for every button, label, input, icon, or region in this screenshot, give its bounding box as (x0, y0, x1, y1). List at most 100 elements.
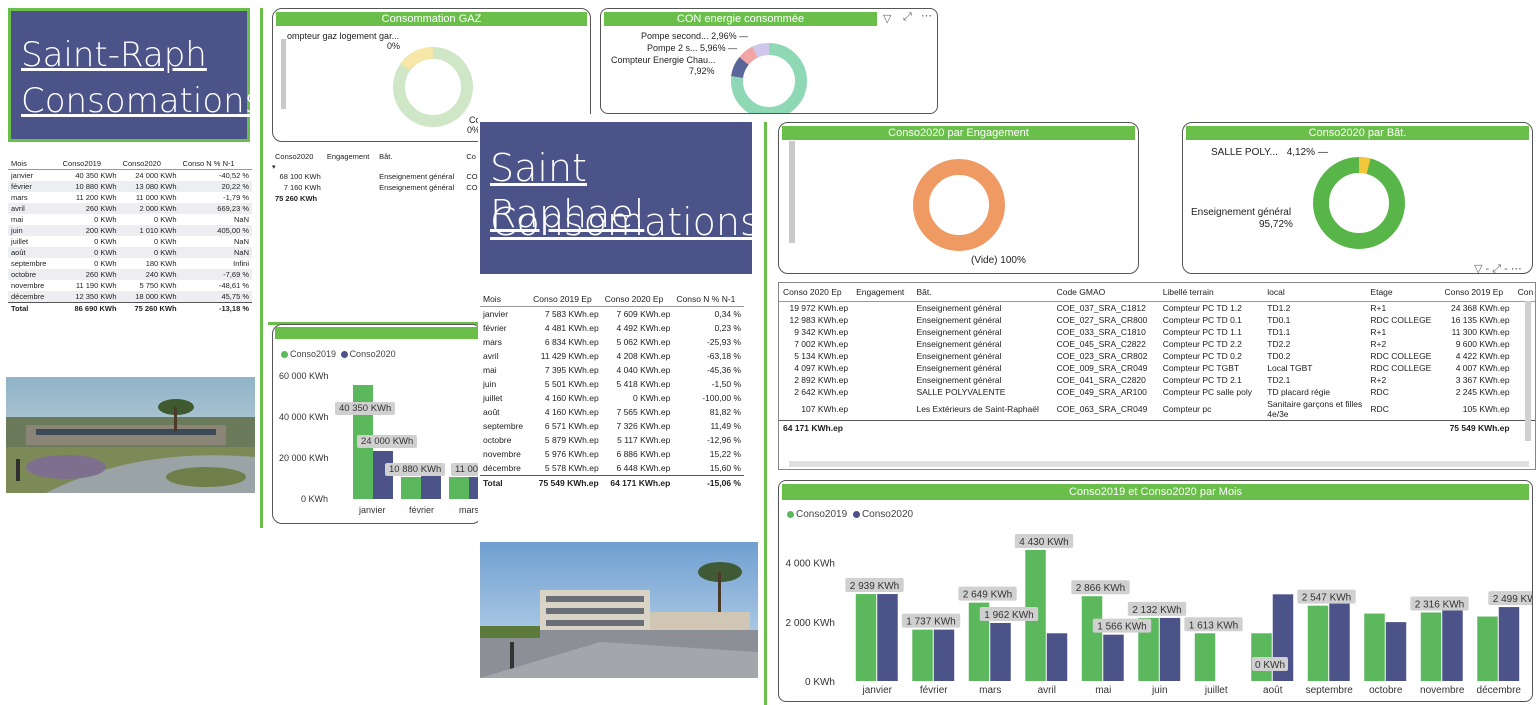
table-row[interactable]: mai 7 395 KWh.ep 4 040 KWh.ep -45,36 % (480, 363, 744, 377)
bar-conso2019-mai[interactable] (1081, 596, 1103, 681)
bat-donut[interactable] (1307, 151, 1411, 255)
table-row[interactable]: avril 260 KWh 2 000 KWh 669,23 % (8, 203, 252, 214)
bar-conso2020-juin[interactable] (1159, 617, 1181, 681)
table-row[interactable]: novembre 11 190 KWh 5 750 KWh -48,61 % (8, 280, 252, 291)
detail-vscrollbar[interactable] (1525, 301, 1531, 441)
column-header[interactable]: Mois (480, 292, 530, 307)
column-header[interactable]: Conso N % N-1 (673, 292, 744, 307)
mini-bar-2019-feb[interactable] (401, 477, 421, 499)
bar-conso2020-avril[interactable] (1046, 633, 1068, 681)
column-header[interactable]: Mois (8, 158, 60, 170)
table-row[interactable]: décembre 5 578 KWh.ep 6 448 KWh.ep 15,60 % (480, 461, 744, 476)
table-row[interactable]: juin 5 501 KWh.ep 5 418 KWh.ep -1,50 % (480, 377, 744, 391)
column-header[interactable]: Con (1514, 283, 1535, 302)
gaz-donut[interactable] (391, 37, 475, 137)
detail-table-icons[interactable]: ▽ - ⤢ - ⋯ (1474, 262, 1522, 276)
table-cell: NaN (233, 215, 249, 224)
table-row[interactable]: novembre 5 976 KWh.ep 6 886 KWh.ep 15,22 % (480, 447, 744, 461)
detail-table[interactable]: Conso 2020 Ep Engagement Bât. Code GMAO Libe… (778, 282, 1536, 470)
bar-conso2020-décembre[interactable] (1498, 607, 1520, 681)
energy-card[interactable]: CON energie consommée ▽ ⤢ ⋯ Pompe second… (600, 8, 938, 114)
column-header[interactable]: Code GMAO (1053, 283, 1159, 302)
table-row[interactable]: juin 200 KWh 1 010 KWh 405,00 % (8, 225, 252, 236)
engagement-donut[interactable] (907, 153, 1011, 257)
bar-conso2019-septembre[interactable] (1307, 605, 1329, 681)
filter-icon[interactable]: ▽ (883, 12, 891, 25)
bar-conso2020-mars[interactable] (990, 622, 1011, 681)
monthly-chart-card[interactable]: Conso2019 et Conso2020 par Mois Conso201… (778, 480, 1533, 702)
table-row[interactable]: janvier 7 583 KWh.ep 7 609 KWh.ep 0,34 % (480, 307, 744, 322)
table-row[interactable]: octobre 260 KWh 240 KWh -7,69 % (8, 269, 252, 280)
column-header[interactable]: Etage (1366, 283, 1440, 302)
engagement-scrollbar[interactable] (789, 141, 795, 243)
column-header[interactable]: Libellé terrain (1159, 283, 1264, 302)
column-header[interactable]: Conso2020 (272, 150, 324, 163)
focus-mode-icon[interactable]: ⤢ (903, 11, 912, 24)
data-label: 2 132 KWh (1132, 605, 1181, 616)
table-cell: 10 880 KWh (59, 181, 120, 192)
table-row[interactable]: mars 11 200 KWh 11 000 KWh -1,79 % (8, 192, 252, 203)
table-row[interactable]: janvier 40 350 KWh 24 000 KWh -40,52 % (8, 170, 252, 182)
sort-icon[interactable]: ▾ (272, 163, 324, 171)
bar-conso2020-février[interactable] (933, 629, 955, 681)
bar-conso2020-novembre[interactable] (1442, 602, 1463, 681)
table-row[interactable]: 7 160 KWh Enseignement général CO (272, 182, 482, 193)
table-row[interactable]: août 4 160 KWh.ep 7 565 KWh.ep 81,82 % (480, 405, 744, 419)
table-row[interactable]: octobre 5 879 KWh.ep 5 117 KWh.ep -12,96 % (480, 433, 744, 447)
column-header[interactable]: Conso2020 (120, 158, 180, 170)
table-row[interactable]: 7 002 KWh.ep Enseignement général COE_045_… (779, 338, 1535, 350)
mini-bar-2020-feb[interactable] (421, 473, 441, 499)
column-header[interactable]: Conso 2019 Ep (530, 292, 602, 307)
bar-conso2019-octobre[interactable] (1364, 613, 1385, 681)
bat-card[interactable]: Conso2020 par Bât. SALLE POLY... 4,12% —… (1182, 122, 1533, 274)
column-header[interactable]: Bât. (912, 283, 1052, 302)
bar-conso2020-octobre[interactable] (1385, 622, 1407, 681)
bar-conso2019-juillet[interactable] (1194, 633, 1216, 681)
bar-conso2019-janvier[interactable] (855, 594, 877, 681)
column-header[interactable]: Engagement (324, 150, 376, 163)
energy-donut[interactable] (727, 37, 811, 114)
mini-bar-2019-mar[interactable] (449, 477, 469, 499)
table-row[interactable]: septembre 6 571 KWh.ep 7 326 KWh.ep 11,49 % (480, 419, 744, 433)
table-row[interactable]: août 0 KWh 0 KWh NaN (8, 247, 252, 258)
bar-conso2020-janvier[interactable] (877, 594, 898, 681)
table-row[interactable]: juillet 4 160 KWh.ep 0 KWh.ep -100,00 % (480, 391, 744, 405)
engagement-card[interactable]: Conso2020 par Engagement (Vide) 100% (778, 122, 1139, 274)
table-row[interactable]: septembre 0 KWh 180 KWh Infini (8, 258, 252, 269)
table-row[interactable]: 9 342 KWh.ep Enseignement général COE_033_… (779, 326, 1535, 338)
table-row[interactable]: avril 11 429 KWh.ep 4 208 KWh.ep -63,18 % (480, 349, 744, 363)
table-row[interactable]: 68 100 KWh Enseignement général CO (272, 171, 482, 182)
table-row[interactable]: 12 983 KWh.ep Enseignement général COE_027… (779, 314, 1535, 326)
column-header[interactable]: Conso2019 (60, 158, 120, 170)
detail-hscrollbar[interactable] (789, 461, 1529, 467)
column-header[interactable]: Conso 2019 Ep (1441, 283, 1514, 302)
table-row[interactable]: 2 642 KWh.ep SALLE POLYVALENTE COE_049_SRA… (779, 386, 1535, 398)
bar-conso2020-mai[interactable] (1103, 634, 1124, 681)
table-row[interactable]: 107 KWh.ep Les Extérieurs de Saint-Raphaë… (779, 398, 1535, 421)
table-row[interactable]: février 10 880 KWh 13 080 KWh 20,22 % (8, 181, 252, 192)
column-header[interactable]: Conso 2020 Ep (602, 292, 674, 307)
bar-conso2019-novembre[interactable] (1420, 612, 1442, 681)
more-options-icon[interactable]: ⋯ (921, 9, 932, 22)
table-cell: 11 300 KWh.ep (1451, 327, 1510, 337)
table-row[interactable]: février 4 481 KWh.ep 4 492 KWh.ep 0,23 % (480, 321, 744, 335)
column-header[interactable]: Engagement (852, 283, 912, 302)
column-header[interactable]: local (1263, 283, 1366, 302)
mini-chart-card[interactable]: Conso2019 Conso2020 60 000 KWh 40 000 KW… (272, 324, 482, 524)
column-header[interactable]: Bât. (376, 150, 463, 163)
table-row[interactable]: 4 097 KWh.ep Enseignement général COE_009_… (779, 362, 1535, 374)
bar-conso2020-septembre[interactable] (1329, 596, 1350, 681)
bar-conso2019-décembre[interactable] (1477, 616, 1498, 681)
table-row[interactable]: 5 134 KWh.ep Enseignement général COE_023_… (779, 350, 1535, 362)
table-row[interactable]: décembre 12 350 KWh 18 000 KWh 45,75 % (8, 291, 252, 303)
table-row[interactable]: juillet 0 KWh 0 KWh NaN (8, 236, 252, 247)
table-row[interactable]: 19 972 KWh.ep Enseignement général COE_037… (779, 302, 1535, 315)
column-header[interactable]: Conso N % N-1 (180, 158, 252, 170)
table-row[interactable]: 2 892 KWh.ep Enseignement général COE_041_… (779, 374, 1535, 386)
column-header[interactable]: Conso 2020 Ep (779, 283, 852, 302)
bar-conso2019-février[interactable] (912, 629, 933, 681)
monthly-bar-chart[interactable]: 4 000 KWh 2 000 KWh 0 KWh janvier février mar… (779, 481, 1533, 702)
table-row[interactable]: mai 0 KWh 0 KWh NaN (8, 214, 252, 225)
table-row[interactable]: mars 6 834 KWh.ep 5 062 KWh.ep -25,93 % (480, 335, 744, 349)
gaz-scrollbar[interactable] (281, 39, 286, 109)
